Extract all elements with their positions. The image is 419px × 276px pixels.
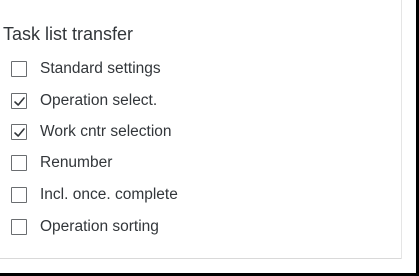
option-label: Work cntr selection	[40, 123, 172, 140]
option-label: Operation sorting	[40, 218, 159, 235]
checkbox[interactable]	[11, 93, 27, 109]
checkmark-icon	[13, 96, 25, 106]
option-label: Operation select.	[40, 92, 158, 109]
option-work-cntr-selection[interactable]: Work cntr selection	[11, 120, 172, 144]
option-label: Incl. once. complete	[40, 186, 178, 203]
checkbox[interactable]	[11, 219, 27, 235]
checkbox[interactable]	[11, 187, 27, 203]
group-title: Task list transfer	[3, 24, 134, 44]
option-renumber[interactable]: Renumber	[11, 151, 112, 175]
option-standard-settings[interactable]: Standard settings	[11, 57, 161, 81]
panel-divider	[0, 258, 401, 259]
option-incl-once-complete[interactable]: Incl. once. complete	[11, 183, 178, 207]
checkbox[interactable]	[11, 61, 27, 77]
option-label: Standard settings	[40, 60, 161, 77]
checkbox[interactable]	[11, 155, 27, 171]
option-label: Renumber	[40, 154, 113, 171]
option-operation-sorting[interactable]: Operation sorting	[11, 215, 159, 239]
checkbox[interactable]	[11, 124, 27, 140]
task-list-transfer-panel: Task list transfer Standard settings Ope…	[0, 0, 419, 276]
checkmark-icon	[13, 127, 25, 137]
panel-inner-edge	[401, 0, 402, 259]
option-operation-select[interactable]: Operation select.	[11, 89, 157, 113]
